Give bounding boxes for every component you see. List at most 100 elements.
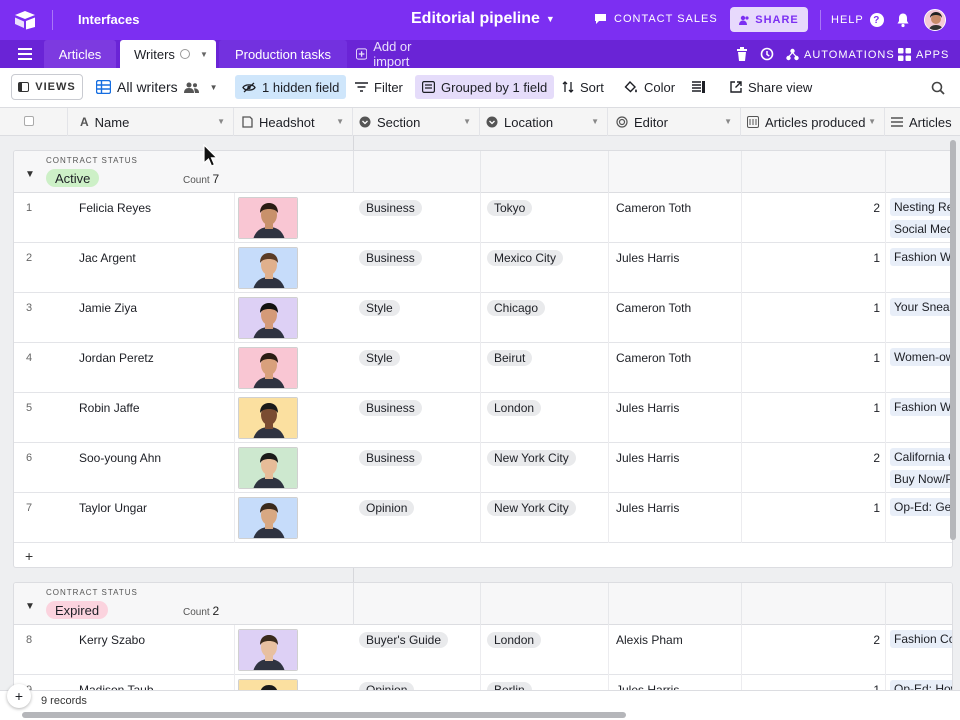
- linked-article-chip[interactable]: California Ga: [890, 448, 952, 466]
- filter-button[interactable]: Filter: [355, 75, 403, 99]
- writer-name-cell[interactable]: Jamie Ziya: [79, 301, 137, 315]
- section-pill[interactable]: Business: [359, 400, 422, 416]
- history-icon[interactable]: [760, 47, 774, 61]
- articles-produced-cell[interactable]: 2: [742, 633, 880, 647]
- airtable-logo-icon[interactable]: [14, 10, 36, 30]
- table-row[interactable]: 3 Jamie Ziya Style Chicago Cameron Toth 1 Your…: [14, 293, 952, 343]
- headshot-thumbnail[interactable]: [238, 397, 298, 439]
- writer-name-cell[interactable]: Felicia Reyes: [79, 201, 151, 215]
- headshot-thumbnail[interactable]: [238, 679, 298, 690]
- collapse-triangle-icon[interactable]: ▼: [25, 601, 35, 612]
- add-record-fab[interactable]: +: [7, 684, 31, 708]
- writer-name-cell[interactable]: Taylor Ungar: [79, 501, 147, 515]
- writer-name-cell[interactable]: Soo-young Ahn: [79, 451, 161, 465]
- editor-cell[interactable]: Alexis Pham: [616, 633, 683, 647]
- section-pill[interactable]: Buyer's Guide: [359, 632, 448, 648]
- table-row[interactable]: 6 Soo-young Ahn Business New York City Jules…: [14, 443, 952, 493]
- column-header-location[interactable]: Location ▼: [480, 108, 608, 136]
- writer-name-cell[interactable]: Robin Jaffe: [79, 401, 140, 415]
- linked-article-chip[interactable]: Buy Now/Pay: [890, 470, 952, 488]
- horizontal-scrollbar[interactable]: [22, 712, 626, 718]
- articles-produced-cell[interactable]: 1: [742, 683, 880, 690]
- editor-cell[interactable]: Jules Harris: [616, 683, 679, 690]
- user-avatar[interactable]: [924, 9, 946, 31]
- editor-cell[interactable]: Cameron Toth: [616, 301, 691, 315]
- group-button[interactable]: Grouped by 1 field: [415, 75, 555, 99]
- table-row[interactable]: 1 Felicia Reyes Business Tokyo Cameron Toth 2…: [14, 193, 952, 243]
- articles-produced-cell[interactable]: 2: [742, 451, 880, 465]
- vertical-scrollbar[interactable]: [950, 140, 956, 540]
- location-pill[interactable]: Beirut: [487, 350, 533, 366]
- linked-article-chip[interactable]: Fashion Colla: [890, 630, 952, 648]
- headshot-thumbnail[interactable]: [238, 629, 298, 671]
- column-header-name[interactable]: A Name ▼: [68, 108, 234, 136]
- editor-cell[interactable]: Cameron Toth: [616, 201, 691, 215]
- section-pill[interactable]: Business: [359, 200, 422, 216]
- tab-production-tasks[interactable]: Production tasks: [219, 40, 347, 68]
- sort-button[interactable]: Sort: [562, 75, 604, 99]
- headshot-thumbnail[interactable]: [238, 447, 298, 489]
- articles-produced-cell[interactable]: 1: [742, 501, 880, 515]
- add-record-row[interactable]: +: [14, 543, 952, 567]
- table-row[interactable]: 7 Taylor Ungar Opinion New York City Jules H…: [14, 493, 952, 543]
- articles-produced-cell[interactable]: 1: [742, 351, 880, 365]
- search-icon[interactable]: [931, 81, 945, 95]
- location-pill[interactable]: London: [487, 400, 542, 416]
- table-row[interactable]: 9 Madison Taub Opinion Berlin Jules Harris 1 O…: [14, 675, 952, 690]
- linked-article-chip[interactable]: Op-Ed: Geog: [890, 498, 952, 516]
- location-pill[interactable]: London: [487, 632, 542, 648]
- hamburger-menu-icon[interactable]: [18, 48, 32, 60]
- chevron-down-icon[interactable]: ▼: [200, 50, 208, 59]
- headshot-thumbnail[interactable]: [238, 297, 298, 339]
- linked-article-chip[interactable]: Nesting Ren: [890, 198, 952, 216]
- headshot-thumbnail[interactable]: [238, 497, 298, 539]
- table-row[interactable]: 8 Kerry Szabo Buyer's Guide London Alexis Ph…: [14, 625, 952, 675]
- linked-article-chip[interactable]: Your Sneak P: [890, 298, 952, 316]
- group-header[interactable]: ▼ CONTRACT STATUS Active Count 7: [14, 151, 952, 193]
- writer-name-cell[interactable]: Jac Argent: [79, 251, 136, 265]
- column-header-editor[interactable]: Editor ▼: [608, 108, 741, 136]
- column-header-articles-produced[interactable]: Articles produced ▼: [741, 108, 885, 136]
- editor-cell[interactable]: Jules Harris: [616, 401, 679, 415]
- bell-icon[interactable]: [895, 12, 911, 28]
- articles-produced-cell[interactable]: 1: [742, 301, 880, 315]
- linked-article-chip[interactable]: Social Media: [890, 220, 952, 238]
- share-view-button[interactable]: Share view: [730, 75, 812, 99]
- column-header-articles[interactable]: Articles: [885, 108, 960, 136]
- location-pill[interactable]: New York City: [487, 500, 576, 516]
- views-button[interactable]: VIEWS: [11, 74, 83, 100]
- location-pill[interactable]: Chicago: [487, 300, 546, 316]
- articles-produced-cell[interactable]: 1: [742, 251, 880, 265]
- column-header-headshot[interactable]: Headshot ▼: [234, 108, 353, 136]
- articles-produced-cell[interactable]: 1: [742, 401, 880, 415]
- table-row[interactable]: 2 Jac Argent Business Mexico City Jules Harr…: [14, 243, 952, 293]
- linked-article-chip[interactable]: Fashion Wee: [890, 398, 952, 416]
- share-button[interactable]: SHARE: [730, 7, 808, 32]
- linked-article-chip[interactable]: Fashion Wee: [890, 248, 952, 266]
- collapse-triangle-icon[interactable]: ▼: [25, 169, 35, 180]
- section-pill[interactable]: Opinion: [359, 500, 415, 516]
- section-pill[interactable]: Style: [359, 350, 400, 366]
- location-pill[interactable]: Berlin: [487, 682, 532, 690]
- linked-article-chip[interactable]: Women-own: [890, 348, 952, 366]
- section-pill[interactable]: Style: [359, 300, 400, 316]
- location-pill[interactable]: Tokyo: [487, 200, 533, 216]
- column-header-section[interactable]: Section ▼: [353, 108, 480, 136]
- headshot-thumbnail[interactable]: [238, 347, 298, 389]
- select-all-checkbox[interactable]: [24, 116, 34, 126]
- editor-cell[interactable]: Jules Harris: [616, 251, 679, 265]
- help-button[interactable]: HELP ?: [831, 13, 884, 27]
- header-select-all[interactable]: [0, 108, 68, 136]
- trash-icon[interactable]: [736, 47, 748, 61]
- group-header[interactable]: ▼ CONTRACT STATUS Expired Count 2: [14, 583, 952, 625]
- headshot-thumbnail[interactable]: [238, 247, 298, 289]
- tab-writers[interactable]: Writers ▼: [120, 40, 216, 68]
- contact-sales-button[interactable]: CONTACT SALES: [594, 13, 718, 25]
- automations-button[interactable]: AUTOMATIONS: [786, 48, 895, 61]
- writer-name-cell[interactable]: Jordan Peretz: [79, 351, 154, 365]
- section-pill[interactable]: Business: [359, 450, 422, 466]
- section-pill[interactable]: Opinion: [359, 682, 415, 690]
- tab-articles[interactable]: Articles: [44, 40, 116, 68]
- row-height-button[interactable]: [692, 75, 705, 99]
- writer-name-cell[interactable]: Madison Taub: [79, 683, 154, 690]
